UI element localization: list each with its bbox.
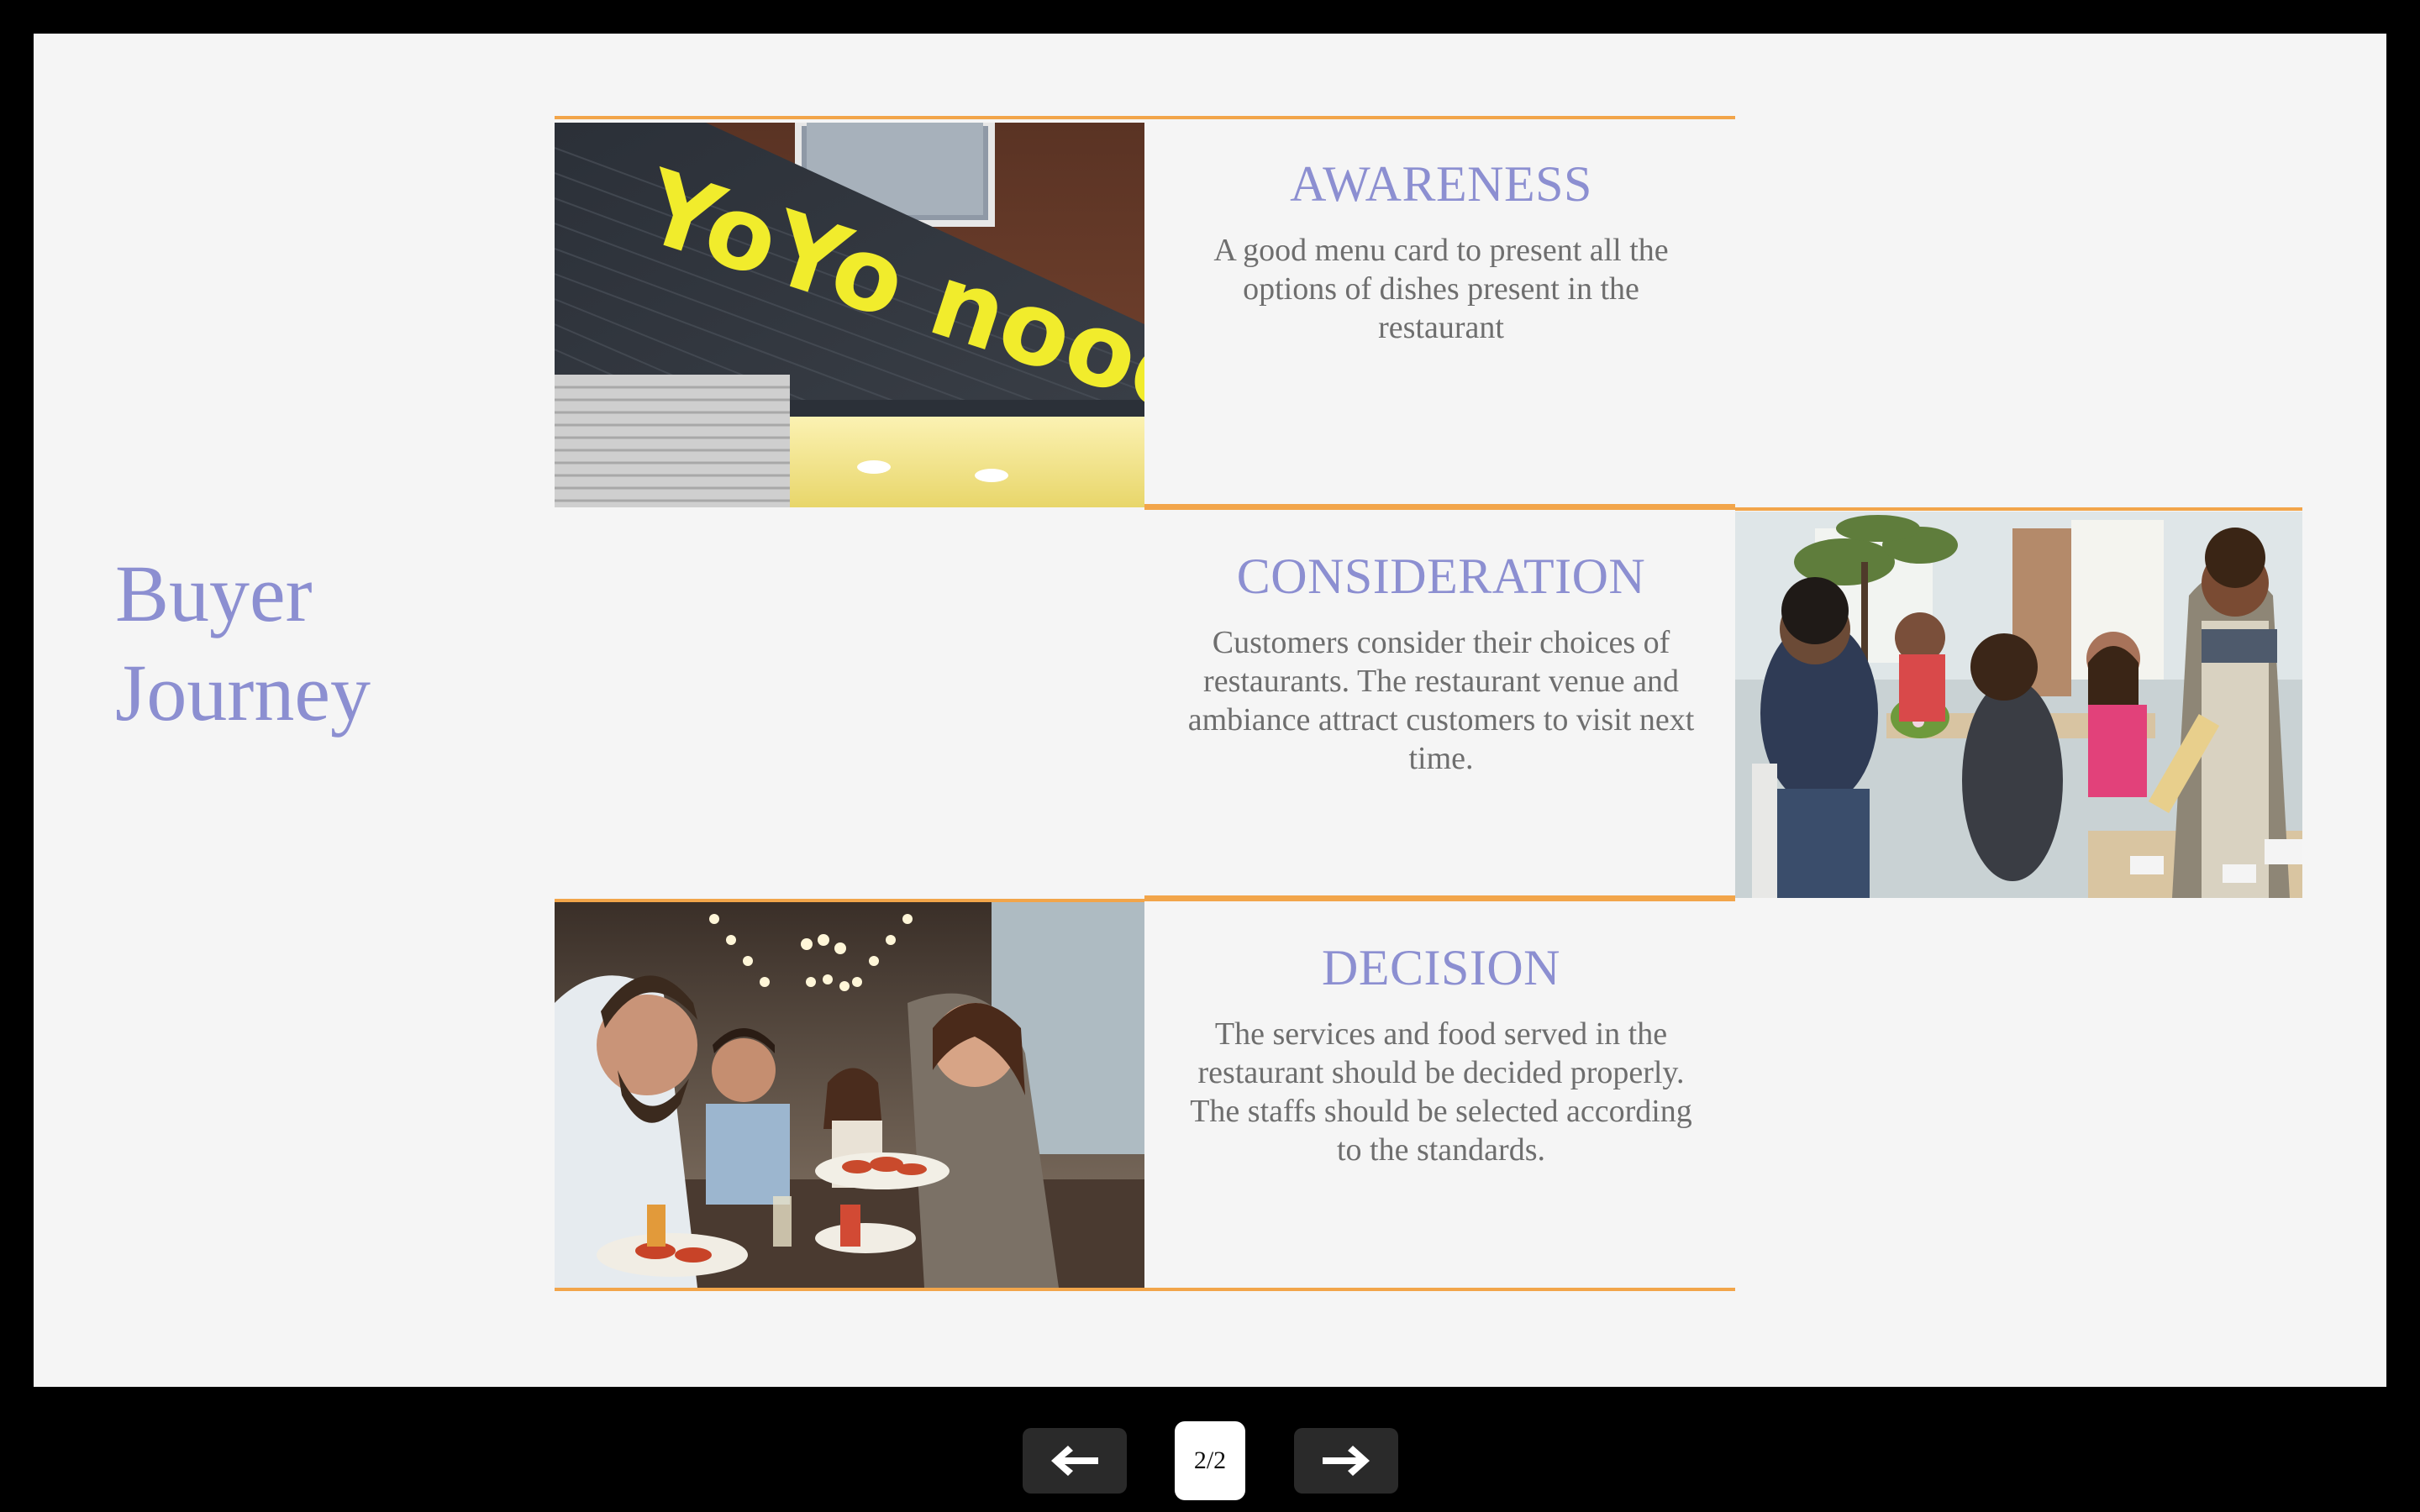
arrow-right-icon [1323, 1446, 1370, 1476]
dining-image [555, 902, 1144, 1288]
divider-consideration-bottom [1144, 895, 1735, 901]
stage-description: The services and food served in the rest… [1190, 1016, 1692, 1168]
stage-decision: DECISION The services and food served in… [1176, 939, 1706, 1169]
friends-dining-photo [555, 902, 1144, 1288]
stage-consideration: CONSIDERATION Customers consider their c… [1176, 548, 1706, 778]
slide: Buyer Journey YoYo noodle AWARENESS A go… [34, 34, 2386, 1387]
stage-description: Customers consider their choices of rest… [1187, 625, 1695, 776]
yoyo-noodle-storefront-photo: YoYo noodle [555, 123, 1144, 507]
arrow-left-icon [1051, 1446, 1098, 1476]
stage-description: A good menu card to present all the opti… [1213, 233, 1669, 345]
divider-awareness-bottom [1144, 504, 1735, 510]
stage-heading: DECISION [1322, 940, 1560, 995]
page-indicator: 2/2 [1175, 1421, 1245, 1500]
previous-slide-button[interactable] [1023, 1428, 1127, 1494]
divider-top [555, 116, 1735, 119]
restaurant-image [1735, 512, 2302, 898]
restaurant-dining-room-photo [1735, 512, 2302, 898]
slide-title-line-1: Buyer [115, 549, 313, 638]
next-slide-button[interactable] [1294, 1428, 1398, 1494]
slide-title: Buyer Journey [115, 544, 371, 743]
stage-heading: CONSIDERATION [1236, 549, 1646, 604]
divider-bottom [555, 1288, 1735, 1291]
divider-consideration-top [1735, 507, 2302, 511]
stage-heading: AWARENESS [1290, 156, 1592, 212]
slide-title-line-2: Journey [115, 648, 371, 738]
presentation-controls: 2/2 [0, 1420, 2420, 1500]
storefront-image: YoYo noodle [555, 123, 1144, 507]
stage-awareness: AWARENESS A good menu card to present al… [1176, 155, 1706, 347]
